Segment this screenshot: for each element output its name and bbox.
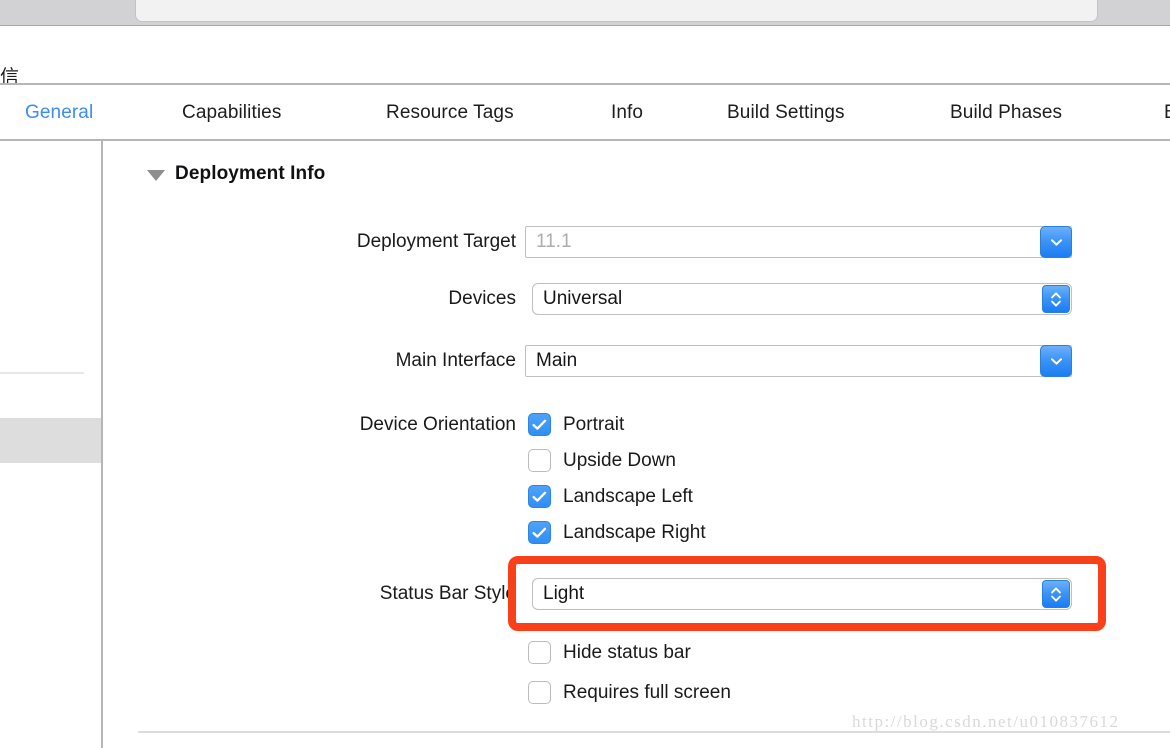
label-main-interface: Main Interface — [395, 350, 516, 371]
label-device-orientation: Device Orientation — [359, 414, 516, 435]
chevron-down-icon — [1050, 357, 1062, 365]
checkbox-row-requires-full-screen[interactable]: Requires full screen — [528, 681, 731, 704]
project-editor-tabbar: General Capabilities Resource Tags Info Buil… — [0, 85, 1170, 140]
field-value: Universal — [543, 288, 623, 309]
checkmark-icon — [532, 491, 547, 502]
chevron-down-icon — [1050, 238, 1062, 246]
checkmark-icon — [532, 527, 547, 538]
field-value: 11.1 — [536, 231, 572, 252]
checkmark-icon — [532, 419, 547, 430]
field-main-interface[interactable]: Main — [525, 345, 1072, 377]
stepper-button[interactable] — [1042, 580, 1070, 608]
deployment-info-section-header[interactable]: Deployment Info — [147, 163, 325, 185]
label-status-bar-style: Status Bar Style — [379, 583, 516, 604]
general-settings-pane: Deployment Info Deployment Target 11.1 Dev… — [103, 141, 1170, 748]
field-status-bar-style[interactable]: Light — [532, 578, 1072, 610]
checkbox-label: Requires full screen — [563, 681, 731, 703]
checkbox-portrait[interactable] — [528, 413, 551, 436]
stepper-up-down-icon — [1050, 586, 1062, 603]
section-title: Deployment Info — [175, 163, 326, 184]
checkbox-row-landscape-right[interactable]: Landscape Right — [528, 521, 706, 544]
project-navigator-sidebar[interactable] — [0, 141, 101, 748]
checkbox-label: Portrait — [563, 413, 625, 435]
field-value: Light — [543, 583, 585, 604]
popup-menu-button[interactable] — [1040, 345, 1072, 377]
popup-menu-button[interactable] — [1040, 226, 1072, 258]
label-devices: Devices — [448, 288, 516, 309]
tab-b[interactable]: B — [1164, 102, 1170, 124]
checkbox-label: Landscape Right — [563, 521, 706, 543]
tab-build-settings[interactable]: Build Settings — [727, 102, 845, 124]
tab-info[interactable]: Info — [611, 102, 643, 124]
toolbar-search-field[interactable] — [135, 0, 1098, 22]
field-value: Main — [536, 350, 578, 371]
tab-build-phases[interactable]: Build Phases — [950, 102, 1062, 124]
stepper-up-down-icon — [1050, 291, 1062, 308]
checkbox-row-landscape-left[interactable]: Landscape Left — [528, 485, 693, 508]
field-deployment-target[interactable]: 11.1 — [525, 226, 1072, 258]
tab-resource-tags[interactable]: Resource Tags — [386, 102, 514, 124]
tab-general[interactable]: General — [25, 102, 93, 124]
checkbox-hide-status-bar[interactable] — [528, 641, 551, 664]
checkbox-row-hide-status-bar[interactable]: Hide status bar — [528, 641, 691, 664]
watermark-url: http://blog.csdn.net/u010837612 — [852, 712, 1120, 731]
jump-bar[interactable]: 信 — [0, 26, 1170, 88]
checkbox-upside-down[interactable] — [528, 449, 551, 472]
xcode-project-editor-window: 信 General Capabilities Resource Tags Info Bu… — [0, 0, 1170, 748]
tab-capabilities[interactable]: Capabilities — [182, 102, 281, 124]
checkbox-landscape-right[interactable] — [528, 521, 551, 544]
checkbox-label: Hide status bar — [563, 641, 691, 663]
checkbox-landscape-left[interactable] — [528, 485, 551, 508]
checkbox-requires-full-screen[interactable] — [528, 681, 551, 704]
checkbox-row-upside-down[interactable]: Upside Down — [528, 449, 676, 472]
checkbox-label: Landscape Left — [563, 485, 693, 507]
sidebar-separator — [0, 372, 84, 374]
field-devices[interactable]: Universal — [532, 283, 1072, 315]
label-deployment-target: Deployment Target — [356, 231, 516, 252]
sidebar-selected-item[interactable] — [0, 418, 101, 463]
window-toolbar — [0, 0, 1170, 26]
stepper-button[interactable] — [1042, 285, 1070, 313]
disclosure-triangle-down-icon[interactable] — [147, 169, 165, 181]
checkbox-label: Upside Down — [563, 449, 676, 471]
checkbox-row-portrait[interactable]: Portrait — [528, 413, 624, 436]
